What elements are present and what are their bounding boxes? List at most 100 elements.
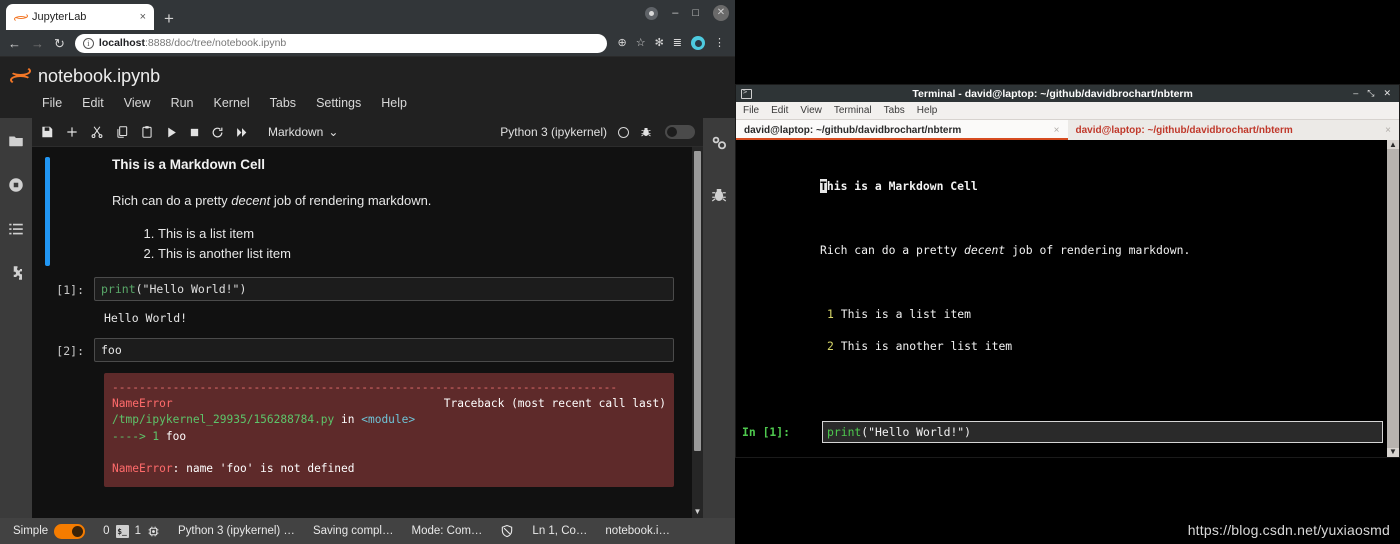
notebook-scroll-area: This is a Markdown Cell Rich can do a pr… [32,147,703,518]
cell-type-select[interactable]: Markdown ⌄ [268,125,338,139]
menu-kernel[interactable]: Kernel [206,94,258,112]
page-title: notebook.ipynb [38,65,161,86]
no-errors-status[interactable] [491,524,523,538]
error-final-message: : name 'foo' is not defined [172,462,355,476]
kernel-name-label[interactable]: Python 3 (ipykernel) [500,125,607,139]
cell-output-1: Hello World! [104,311,188,325]
minimize-button[interactable]: – [1353,89,1358,98]
terminal-menu-edit[interactable]: Edit [771,105,788,116]
cursor-position-status[interactable]: Ln 1, Co… [523,525,596,537]
md-para-after: job of rendering markdown. [270,193,432,208]
close-icon[interactable]: × [140,11,146,23]
terminal-screen[interactable]: This is a Markdown Cell Rich can do a pr… [736,140,1399,457]
markdown-rendered-content: This is a Markdown Cell Rich can do a pr… [50,157,431,266]
site-info-icon[interactable]: i [82,37,94,49]
terminal-tab-1[interactable]: david@laptop: ~/github/davidbrochart/nbt… [736,120,1068,140]
markdown-cell[interactable]: This is a Markdown Cell Rich can do a pr… [32,147,692,272]
reload-icon[interactable]: ↻ [54,37,65,50]
code-cell-1[interactable]: [1]: print("Hello World!") [32,272,692,301]
stop-icon[interactable] [189,127,200,138]
kernel-status-text[interactable]: Python 3 (ipykernel) … [169,525,304,537]
error-traceback-label: Traceback (most recent call last) [443,397,666,411]
scroll-down-arrow-icon[interactable]: ▼ [1389,448,1397,456]
terminal-menu-terminal[interactable]: Terminal [834,105,872,116]
scroll-up-arrow-icon[interactable]: ▲ [1389,141,1397,149]
forward-icon[interactable]: → [31,37,44,50]
debugger-icon[interactable] [710,186,728,204]
simple-mode-status[interactable]: Simple [4,523,94,539]
simple-mode-label: Simple [13,525,49,537]
close-icon[interactable]: × [1054,125,1060,136]
debugger-toggle[interactable] [665,125,695,139]
terminal-cell-prompt: In [1]: [742,424,791,439]
zoom-icon[interactable]: ⊕ [617,37,626,49]
new-tab-button[interactable]: + [164,10,174,27]
commands-icon[interactable] [7,220,25,238]
minimize-button[interactable]: – [672,7,678,19]
bookmark-star-icon[interactable]: ☆ [636,37,646,49]
run-icon[interactable] [165,126,178,139]
reading-list-icon[interactable]: ≣ [673,37,682,49]
browser-window-controls: – □ ✕ [645,5,729,21]
scrollbar-thumb[interactable] [694,151,701,451]
terminal-code-cell-1[interactable]: In [1]: print("Hello World!") [742,420,1383,443]
terminal-scrollbar[interactable]: ▲ ▼ [1387,140,1399,457]
maximize-button[interactable]: ⤡ [1367,89,1374,98]
markdown-heading: This is a Markdown Cell [112,157,266,172]
terminal-code-input-1[interactable]: print("Hello World!") [822,420,1383,443]
cut-icon[interactable] [90,125,104,139]
menu-settings[interactable]: Settings [308,94,369,112]
browser-tab-jupyterlab[interactable]: JupyterLab × [6,4,154,30]
close-icon[interactable]: × [1385,125,1391,136]
menu-help[interactable]: Help [373,94,415,112]
terminal-menu-view[interactable]: View [800,105,822,116]
edit-mode-status[interactable]: Mode: Com… [402,525,491,537]
notebook-panel: Markdown ⌄ Python 3 (ipykernel) This is … [32,118,703,518]
restart-kernel-icon[interactable] [211,126,224,139]
chrome-menu-icon[interactable]: ⋮ [714,37,725,49]
close-window-button[interactable]: ✕ [713,5,729,21]
profile-avatar[interactable] [691,36,705,50]
simple-mode-toggle[interactable] [54,523,86,539]
copy-icon[interactable] [115,125,129,139]
left-sidebar [0,118,32,518]
bug-icon[interactable] [640,126,652,138]
terminals-kernels-status[interactable]: 0 $_ 1 [94,524,169,538]
running-terminals-icon[interactable] [7,176,25,194]
terminal-markdown-heading: This is a Markdown Cell [742,178,1383,194]
maximize-button[interactable]: □ [692,7,699,19]
menu-view[interactable]: View [116,94,159,112]
terminal-menu-tabs[interactable]: Tabs [884,105,905,116]
terminal-scrollbar-track[interactable] [1387,149,1399,448]
browser-tab-bar: JupyterLab × + – □ ✕ [0,0,735,30]
filename-status: notebook.i… [605,525,670,537]
menu-run[interactable]: Run [163,94,202,112]
add-cell-icon[interactable] [65,125,79,139]
notebook-scrollbar[interactable]: ▼ [692,147,703,518]
paste-icon[interactable] [140,125,154,139]
menu-tabs[interactable]: Tabs [262,94,304,112]
code-cell-2[interactable]: [2]: foo [32,325,692,362]
save-status: Saving compl… [312,525,394,537]
terminal-tab-2[interactable]: david@laptop: ~/github/davidbrochart/nbt… [1067,120,1399,140]
menu-edit[interactable]: Edit [74,94,112,112]
terminal-menu-help[interactable]: Help [917,105,938,116]
url-input[interactable]: i localhost:8888/doc/tree/notebook.ipynb [74,33,608,53]
file-browser-icon[interactable] [7,132,25,150]
browser-url-bar: ← → ↻ i localhost:8888/doc/tree/notebook… [0,30,735,56]
browser-toolbar-actions: ⊕ ☆ ✻ ≣ ⋮ [617,36,727,50]
back-icon[interactable]: ← [8,37,21,50]
code-input-2[interactable]: foo [94,338,674,362]
restart-run-all-icon[interactable] [235,126,249,139]
save-icon[interactable] [40,125,54,139]
close-window-button[interactable]: ✕ [1383,89,1391,98]
watermark: https://blog.csdn.net/yuxiaosmd [1187,522,1390,538]
scroll-down-arrow-icon[interactable]: ▼ [694,508,702,516]
menu-file[interactable]: File [34,94,70,112]
code-input-1[interactable]: print("Hello World!") [94,277,674,301]
terminal-menu-file[interactable]: File [743,105,759,116]
extension-manager-icon[interactable] [7,264,25,282]
extensions-puzzle-icon[interactable]: ✻ [655,37,664,49]
property-inspector-icon[interactable] [710,134,728,152]
